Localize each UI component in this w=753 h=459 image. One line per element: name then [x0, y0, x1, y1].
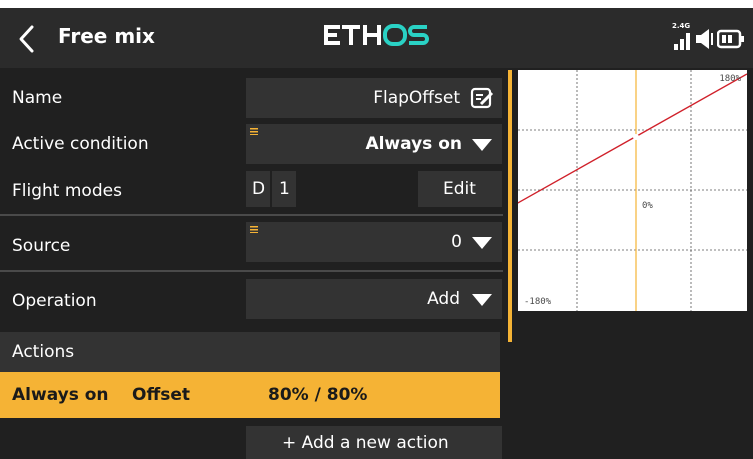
- radio-band-badge: 2.4G: [672, 22, 691, 30]
- edit-icon: [470, 87, 494, 109]
- source-value: 0: [451, 232, 462, 252]
- action-condition: Always on: [12, 385, 109, 405]
- actions-header: Actions: [0, 332, 500, 372]
- active-condition-select[interactable]: Always on: [246, 124, 502, 164]
- flight-modes-label: Flight modes: [12, 181, 122, 201]
- divider: [0, 270, 503, 272]
- dropdown-arrow-icon: [472, 294, 492, 306]
- header-bar: Free mix 2.4G: [0, 8, 753, 68]
- ethos-logo: [322, 18, 442, 54]
- back-button[interactable]: [8, 17, 52, 61]
- operation-label: Operation: [12, 291, 97, 311]
- battery-icon: [717, 29, 744, 49]
- name-field[interactable]: FlapOffset: [246, 78, 502, 118]
- action-type: Offset: [132, 385, 190, 405]
- name-value: FlapOffset: [373, 88, 460, 108]
- flight-mode-1[interactable]: 1: [272, 171, 296, 207]
- grid-lines: [518, 70, 747, 311]
- status-area: 2.4G: [672, 22, 746, 58]
- divider: [0, 214, 503, 216]
- operation-value: Add: [427, 289, 460, 309]
- flight-mode-d-label: D: [252, 179, 266, 199]
- actions-header-label: Actions: [12, 342, 75, 362]
- action-value: 80% / 80%: [268, 385, 368, 405]
- active-condition-label: Active condition: [12, 134, 149, 154]
- action-row[interactable]: Always on Offset 80% / 80%: [0, 372, 500, 418]
- source-select[interactable]: 0: [246, 222, 502, 262]
- flight-mode-d[interactable]: D: [246, 171, 270, 207]
- scrollbar[interactable]: [508, 70, 512, 342]
- radio-display: Free mix 2.4G Name FlapOffset Active con…: [0, 8, 753, 459]
- active-condition-value: Always on: [365, 134, 462, 154]
- edit-button-label: Edit: [443, 179, 476, 199]
- curve-graph-svg: [515, 70, 748, 311]
- name-label: Name: [12, 88, 63, 108]
- page-title: Free mix: [58, 24, 155, 48]
- source-label: Source: [12, 236, 71, 256]
- switch-marker-icon: [250, 128, 258, 135]
- ethos-logo-mark: [324, 24, 429, 46]
- add-action-button[interactable]: + Add a new action: [246, 426, 502, 459]
- dropdown-arrow-icon: [472, 237, 492, 249]
- operation-select[interactable]: Add: [246, 279, 502, 319]
- graph-min-label: -180%: [524, 297, 552, 307]
- curve-point: [633, 134, 639, 140]
- screen: Free mix 2.4G Name FlapOffset Active con…: [0, 0, 753, 459]
- add-action-label: + Add a new action: [282, 433, 449, 453]
- graph-max-label: 180%: [719, 74, 741, 84]
- flight-mode-1-label: 1: [279, 179, 290, 199]
- curve-graph: 180% 0% -180%: [515, 70, 748, 311]
- graph-center-label: 0%: [642, 201, 653, 211]
- speaker-icon: [696, 29, 713, 49]
- back-chevron-icon: [19, 25, 34, 53]
- source-marker-icon: [250, 226, 258, 233]
- signal-bars-icon: [674, 33, 690, 50]
- flight-modes-edit-button[interactable]: Edit: [418, 171, 502, 207]
- dropdown-arrow-icon: [472, 139, 492, 151]
- curve-line: [515, 73, 748, 205]
